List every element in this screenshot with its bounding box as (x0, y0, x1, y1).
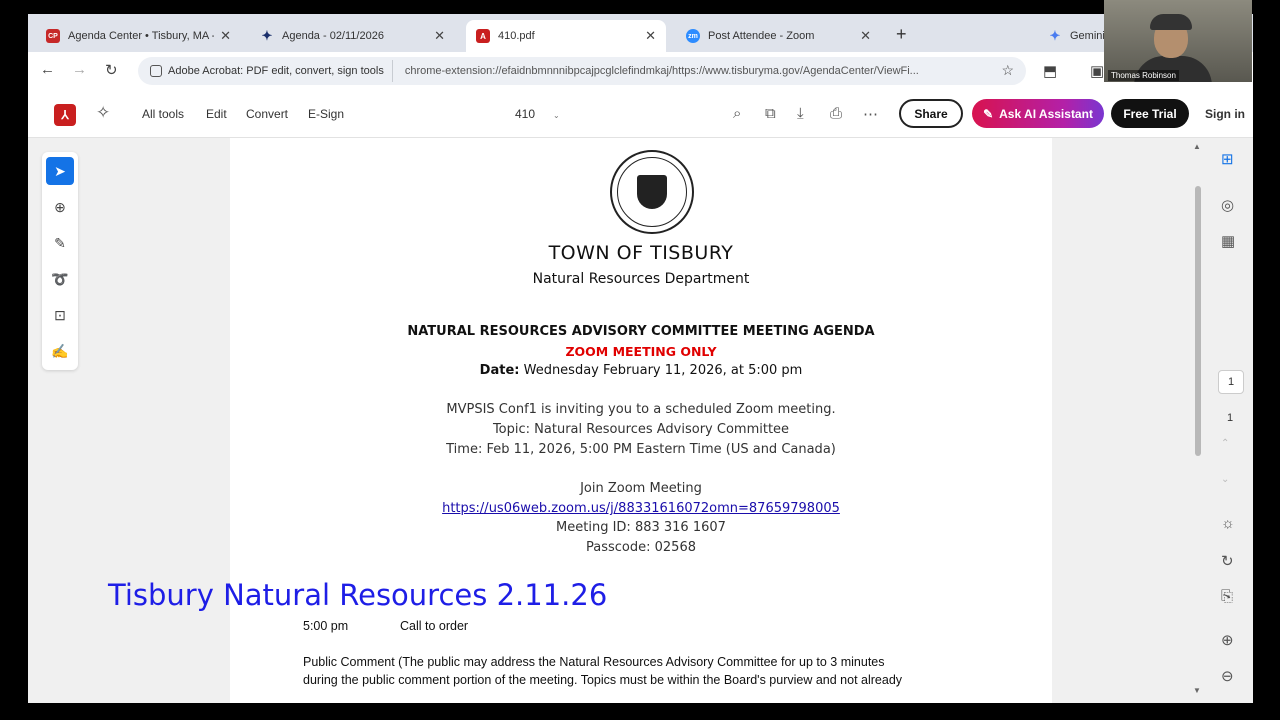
comment-icon[interactable]: ⊕ (46, 193, 74, 221)
tab-strip: CP Agenda Center • Tisbury, MA - ✕ ✦ Age… (28, 14, 1253, 52)
agenda-title: NATURAL RESOURCES ADVISORY COMMITTEE MEE… (407, 324, 875, 339)
url-text[interactable]: chrome-extension://efaidnbmnnnibpcajpcgl… (393, 65, 1003, 77)
print-icon[interactable]: ⎙ (830, 105, 842, 122)
close-tab-icon[interactable]: ✕ (434, 28, 445, 44)
video-caption-overlay: Tisbury Natural Resources 2.11.26 (108, 578, 608, 612)
page-selector[interactable]: 410 ⌄ (515, 107, 560, 121)
meeting-date: Date: Wednesday February 11, 2026, at 5:… (479, 363, 803, 378)
reload-icon[interactable]: ↻ (105, 61, 118, 79)
participant-name: Thomas Robinson (1108, 70, 1179, 81)
scroll-down-icon[interactable]: ▼ (1193, 686, 1201, 695)
highlight-pen-icon[interactable]: ✎ (46, 229, 74, 257)
page-down-icon[interactable]: ⌄ (1221, 474, 1229, 485)
acrobat-logo-icon: ⅄ (54, 104, 76, 126)
bookmark-star-icon[interactable]: ☆ (1001, 62, 1014, 79)
comments-icon[interactable]: ◎ (1221, 196, 1234, 214)
acrobat-toolbar: ⅄ ✧ All tools Edit Convert E-Sign 410 ⌄ ⌕… (28, 90, 1253, 138)
gemini-star-icon: ✦ (1049, 28, 1061, 43)
search-icon[interactable]: ⌕ (733, 105, 741, 122)
meeting-id: Meeting ID: 883 316 1607 (556, 520, 726, 535)
close-tab-icon[interactable]: ✕ (860, 28, 871, 44)
menu-edit[interactable]: Edit (206, 107, 227, 121)
person-icon: ✦ (261, 28, 273, 43)
text-box-icon[interactable]: ⊡ (46, 301, 74, 329)
back-icon[interactable]: ← (40, 61, 55, 78)
save-page-icon[interactable]: ⎘ (1221, 588, 1233, 605)
tab-zoom[interactable]: zm Post Attendee - Zoom ✕ (676, 20, 881, 52)
zoom-link[interactable]: https://us06web.zoom.us/j/88331616072omn… (230, 501, 1052, 516)
close-tab-icon[interactable]: ✕ (645, 28, 656, 44)
ai-chat-icon: ✎ (983, 106, 994, 121)
town-heading: TOWN OF TISBURY (548, 242, 734, 264)
extension-icon (150, 65, 162, 77)
zoom-out-icon[interactable]: ⊖ (1221, 667, 1234, 685)
invite-text: MVPSIS Conf1 is inviting you to a schedu… (446, 402, 836, 417)
ask-ai-assistant-button[interactable]: ✎ Ask AI Assistant (972, 99, 1104, 128)
participant-video: Thomas Robinson (1104, 0, 1252, 82)
passcode: Passcode: 02568 (586, 540, 696, 555)
civicplus-icon: CP (46, 29, 60, 43)
time-text: Time: Feb 11, 2026, 5:00 PM Eastern Time… (446, 442, 836, 457)
tab-agenda[interactable]: ✦ Agenda - 02/11/2026 ✕ (250, 20, 455, 52)
scroll-thumb[interactable] (1195, 186, 1201, 456)
menu-all-tools[interactable]: All tools (142, 107, 184, 121)
pdf-icon: A (476, 29, 490, 43)
department-heading: Natural Resources Department (532, 271, 750, 287)
quick-tools-panel: ➤ ⊕ ✎ ➰ ⊡ ✍ (42, 152, 78, 370)
pdf-page: TOWN OF TISBURY Natural Resources Depart… (230, 138, 1052, 703)
zoom-icon: zm (686, 29, 700, 43)
scroll-up-icon[interactable]: ▲ (1193, 142, 1201, 151)
town-seal-logo (610, 150, 694, 234)
page-up-icon[interactable]: ⌃ (1221, 438, 1229, 449)
tab-agenda-center[interactable]: CP Agenda Center • Tisbury, MA - ✕ (36, 20, 241, 52)
generative-summary-icon[interactable]: ⊞ (1221, 150, 1234, 168)
zoom-in-icon[interactable]: ⊕ (1221, 631, 1234, 649)
sidepanel-icon[interactable]: ▣ (1090, 62, 1104, 80)
share-button[interactable]: Share (899, 99, 963, 128)
agenda-item-time: 5:00 pm (303, 619, 349, 633)
rotate-icon[interactable]: ↻ (1221, 552, 1234, 570)
join-text: Join Zoom Meeting (580, 481, 702, 496)
sign-in-link[interactable]: Sign in (1205, 107, 1245, 121)
menu-esign[interactable]: E-Sign (308, 107, 344, 121)
new-tab-button[interactable]: + (896, 24, 907, 45)
agenda-item-description: Call to order (400, 619, 469, 633)
topic-text: Topic: Natural Resources Advisory Commit… (492, 422, 790, 437)
extensions-icon[interactable]: ⬒ (1043, 62, 1057, 80)
tab-pdf[interactable]: A 410.pdf ✕ (466, 20, 666, 52)
address-bar-row: ← → ↻ Adobe Acrobat: PDF edit, convert, … (28, 52, 1253, 90)
close-tab-icon[interactable]: ✕ (220, 28, 231, 44)
public-comment-line-1: Public Comment (The public may address t… (303, 655, 885, 669)
zoom-only-notice: ZOOM MEETING ONLY (565, 344, 717, 359)
forward-icon[interactable]: → (72, 61, 87, 78)
ai-sparkle-icon[interactable]: ✧ (96, 103, 110, 123)
right-rail: ⊞ ◎ ▦ 1 1 ⌃ ⌄ ☼ ↻ ⎘ ⊕ ⊖ (1210, 138, 1253, 703)
pages-icon[interactable]: ⧉ (765, 105, 776, 122)
thumbnails-icon[interactable]: ▦ (1221, 232, 1235, 250)
document-viewport: ➤ ⊕ ✎ ➰ ⊡ ✍ TOWN OF TISBURY Natural Reso… (28, 138, 1253, 703)
current-page-box[interactable]: 1 (1218, 370, 1244, 394)
total-pages: 1 (1227, 412, 1234, 424)
brightness-icon[interactable]: ☼ (1221, 515, 1235, 532)
more-icon[interactable]: ⋯ (863, 105, 878, 123)
select-cursor-icon[interactable]: ➤ (46, 157, 74, 185)
extension-chip[interactable]: Adobe Acrobat: PDF edit, convert, sign t… (142, 60, 393, 82)
free-trial-button[interactable]: Free Trial (1111, 99, 1189, 128)
chevron-down-icon: ⌄ (553, 111, 560, 120)
omnibox[interactable]: Adobe Acrobat: PDF edit, convert, sign t… (138, 57, 1026, 85)
menu-convert[interactable]: Convert (246, 107, 288, 121)
draw-freehand-icon[interactable]: ➰ (46, 265, 74, 293)
public-comment-line-2: during the public comment portion of the… (303, 673, 903, 687)
vertical-scrollbar[interactable]: ▲ ▼ (1192, 138, 1204, 703)
sign-icon[interactable]: ✍ (46, 337, 74, 365)
download-icon[interactable]: ⤓ (797, 105, 804, 122)
